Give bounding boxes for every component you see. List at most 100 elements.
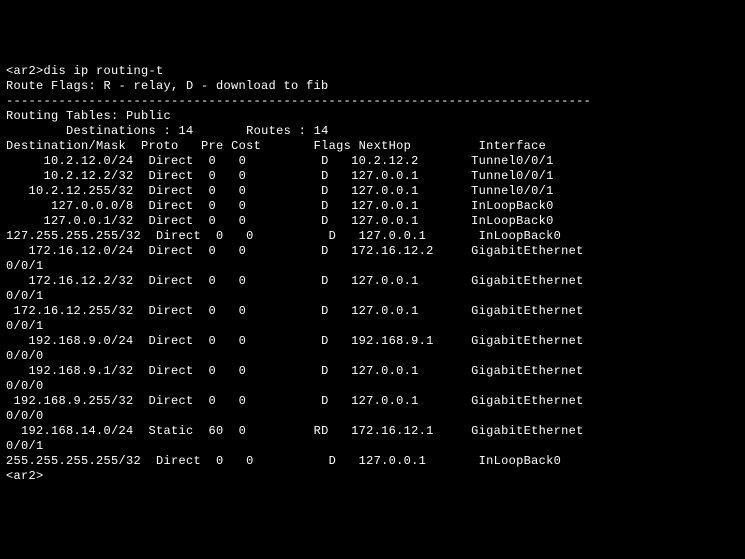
- route-row-wrap: 0/0/0: [6, 379, 739, 394]
- cell-nexthop: 10.2.12.2: [351, 154, 471, 168]
- cell-nexthop: 127.0.0.1: [359, 229, 479, 243]
- cell-flags: D: [314, 274, 352, 288]
- hdr-proto: Proto: [141, 139, 201, 153]
- cell-proto: Direct: [149, 154, 209, 168]
- cell-flags: D: [321, 454, 359, 468]
- route-row-wrap: 0/0/1: [6, 319, 739, 334]
- header-line: Destination/Mask Proto Pre Cost Flags Ne…: [6, 139, 739, 154]
- cell-destination: 255.255.255.255/32: [6, 454, 156, 468]
- cell-flags: D: [314, 304, 352, 318]
- routes-label: Routes :: [246, 124, 314, 138]
- cell-pre: 60: [209, 424, 239, 438]
- destinations-label: Destinations :: [66, 124, 179, 138]
- route-row: 172.16.12.2/32 Direct 0 0 D 127.0.0.1 Gi…: [6, 274, 739, 289]
- prompt: <ar2>: [6, 469, 44, 483]
- cell-nexthop: 172.16.12.1: [351, 424, 471, 438]
- cell-proto: Direct: [149, 364, 209, 378]
- cell-pre: 0: [209, 364, 239, 378]
- spacer: [6, 124, 66, 138]
- prompt-line: <ar2>: [6, 469, 739, 484]
- route-row: 192.168.9.0/24 Direct 0 0 D 192.168.9.1 …: [6, 334, 739, 349]
- cell-cost: 0: [239, 394, 314, 408]
- cell-proto: Direct: [149, 304, 209, 318]
- command-text: dis ip routing-t: [44, 64, 164, 78]
- cell-nexthop: 127.0.0.1: [351, 169, 471, 183]
- cell-proto: Direct: [149, 244, 209, 258]
- cell-destination: 127.0.0.1/32: [6, 214, 149, 228]
- route-row: 192.168.14.0/24 Static 60 0 RD 172.16.12…: [6, 424, 739, 439]
- cell-pre: 0: [209, 334, 239, 348]
- cell-cost: 0: [239, 169, 314, 183]
- hdr-pre: Pre: [201, 139, 231, 153]
- cell-destination: 172.16.12.2/32: [6, 274, 149, 288]
- cell-pre: 0: [209, 154, 239, 168]
- cell-nexthop: 127.0.0.1: [351, 364, 471, 378]
- cell-interface: InLoopBack0: [471, 199, 554, 213]
- cell-flags: RD: [314, 424, 352, 438]
- cell-interface: GigabitEthernet: [471, 304, 584, 318]
- cell-pre: 0: [209, 184, 239, 198]
- cell-pre: 0: [209, 304, 239, 318]
- cell-cost: 0: [239, 424, 314, 438]
- route-row: 192.168.9.1/32 Direct 0 0 D 127.0.0.1 Gi…: [6, 364, 739, 379]
- cell-interface: Tunnel0/0/1: [471, 184, 554, 198]
- routes-count: 14: [314, 124, 329, 138]
- cell-interface-cont: 0/0/0: [6, 349, 44, 363]
- cell-interface: GigabitEthernet: [471, 394, 584, 408]
- route-row: 10.2.12.2/32 Direct 0 0 D 127.0.0.1 Tunn…: [6, 169, 739, 184]
- cell-cost: 0: [239, 184, 314, 198]
- cell-interface-cont: 0/0/1: [6, 289, 44, 303]
- route-row: 192.168.9.255/32 Direct 0 0 D 127.0.0.1 …: [6, 394, 739, 409]
- cell-interface: GigabitEthernet: [471, 364, 584, 378]
- cell-cost: 0: [239, 304, 314, 318]
- cell-interface: GigabitEthernet: [471, 334, 584, 348]
- cell-interface: InLoopBack0: [479, 229, 562, 243]
- cell-pre: 0: [216, 454, 246, 468]
- route-flags-line: Route Flags: R - relay, D - download to …: [6, 79, 739, 94]
- cell-pre: 0: [209, 214, 239, 228]
- cell-flags: D: [314, 199, 352, 213]
- route-row-wrap: 0/0/0: [6, 349, 739, 364]
- cell-destination: 127.255.255.255/32: [6, 229, 156, 243]
- cell-nexthop: 172.16.12.2: [351, 244, 471, 258]
- route-row: 127.0.0.1/32 Direct 0 0 D 127.0.0.1 InLo…: [6, 214, 739, 229]
- cell-cost: 0: [246, 229, 321, 243]
- divider: ----------------------------------------…: [6, 94, 591, 108]
- cell-destination: 192.168.9.255/32: [6, 394, 149, 408]
- cell-proto: Direct: [149, 184, 209, 198]
- cell-nexthop: 127.0.0.1: [351, 274, 471, 288]
- cell-flags: D: [314, 154, 352, 168]
- cell-destination: 10.2.12.0/24: [6, 154, 149, 168]
- cell-pre: 0: [216, 229, 246, 243]
- cell-interface: GigabitEthernet: [471, 244, 584, 258]
- cell-interface-cont: 0/0/1: [6, 439, 44, 453]
- cell-nexthop: 127.0.0.1: [351, 214, 471, 228]
- cell-flags: D: [314, 334, 352, 348]
- cell-destination: 172.16.12.0/24: [6, 244, 149, 258]
- cell-interface-cont: 0/0/1: [6, 319, 44, 333]
- hdr-flags: Flags: [314, 139, 359, 153]
- counts-line: Destinations : 14 Routes : 14: [6, 124, 739, 139]
- cell-flags: D: [314, 184, 352, 198]
- cell-interface: GigabitEthernet: [471, 274, 584, 288]
- cell-destination: 192.168.9.0/24: [6, 334, 149, 348]
- cell-nexthop: 127.0.0.1: [351, 394, 471, 408]
- route-row: 10.2.12.255/32 Direct 0 0 D 127.0.0.1 Tu…: [6, 184, 739, 199]
- cell-interface: InLoopBack0: [479, 454, 562, 468]
- route-row: 172.16.12.0/24 Direct 0 0 D 172.16.12.2 …: [6, 244, 739, 259]
- cell-cost: 0: [239, 274, 314, 288]
- cell-interface-cont: 0/0/1: [6, 259, 44, 273]
- cell-proto: Direct: [149, 199, 209, 213]
- route-row: 10.2.12.0/24 Direct 0 0 D 10.2.12.2 Tunn…: [6, 154, 739, 169]
- cell-interface: Tunnel0/0/1: [471, 169, 554, 183]
- hdr-destination: Destination/Mask: [6, 139, 141, 153]
- route-flags-text: Route Flags: R - relay, D - download to …: [6, 79, 329, 93]
- cell-proto: Direct: [156, 454, 216, 468]
- cell-nexthop: 127.0.0.1: [351, 304, 471, 318]
- cell-destination: 10.2.12.255/32: [6, 184, 149, 198]
- cell-flags: D: [314, 169, 352, 183]
- cell-cost: 0: [239, 364, 314, 378]
- cell-cost: 0: [239, 244, 314, 258]
- table-title-line: Routing Tables: Public: [6, 109, 739, 124]
- cell-proto: Direct: [156, 229, 216, 243]
